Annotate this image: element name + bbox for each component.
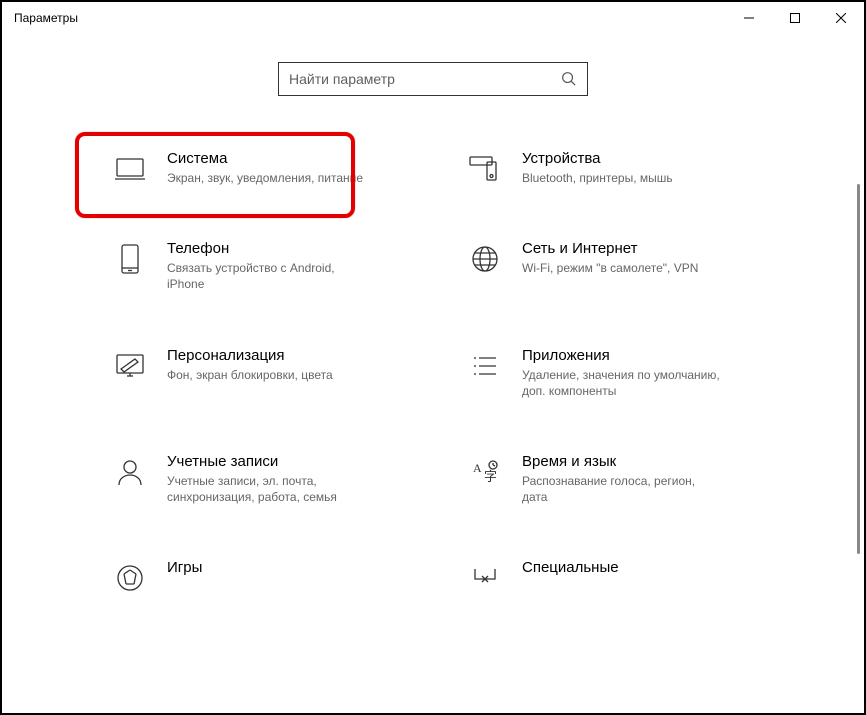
globe-icon [468, 242, 502, 276]
tile-phone[interactable]: Телефон Связать устройство с Android, iP… [113, 240, 428, 292]
close-button[interactable] [818, 2, 864, 34]
tile-gaming[interactable]: Игры [113, 559, 428, 595]
tile-title: Игры [167, 559, 428, 576]
search-icon [561, 71, 577, 87]
ease-of-access-icon [468, 561, 502, 595]
time-language-icon: A字 [468, 455, 502, 489]
system-icon [113, 152, 147, 186]
tile-time-language[interactable]: A字 Время и язык Распознавание голоса, ре… [468, 453, 783, 505]
tile-accounts[interactable]: Учетные записи Учетные записи, эл. почта… [113, 453, 428, 505]
maximize-button[interactable] [772, 2, 818, 34]
tile-title: Система [167, 150, 428, 167]
settings-grid: Система Экран, звук, уведомления, питани… [83, 150, 783, 595]
tile-desc: Удаление, значения по умолчанию, доп. ко… [522, 367, 722, 399]
tile-desc: Связать устройство с Android, iPhone [167, 260, 367, 292]
minimize-button[interactable] [726, 2, 772, 34]
scrollbar[interactable] [857, 184, 860, 554]
tile-network[interactable]: Сеть и Интернет Wi-Fi, режим "в самолете… [468, 240, 783, 292]
window-title: Параметры [14, 11, 726, 25]
tile-system[interactable]: Система Экран, звук, уведомления, питани… [113, 150, 428, 186]
search-input[interactable] [289, 71, 561, 87]
accounts-icon [113, 455, 147, 489]
apps-icon [468, 349, 502, 383]
tile-devices[interactable]: Устройства Bluetooth, принтеры, мышь [468, 150, 783, 186]
tile-title: Устройства [522, 150, 783, 167]
tile-apps[interactable]: Приложения Удаление, значения по умолчан… [468, 347, 783, 399]
tile-title: Сеть и Интернет [522, 240, 783, 257]
tile-title: Приложения [522, 347, 783, 364]
tile-title: Учетные записи [167, 453, 428, 470]
tile-desc: Распознавание голоса, регион, дата [522, 473, 722, 505]
tile-personalization[interactable]: Персонализация Фон, экран блокировки, цв… [113, 347, 428, 399]
tile-title: Телефон [167, 240, 428, 257]
tile-desc: Фон, экран блокировки, цвета [167, 367, 367, 383]
svg-text:A: A [473, 461, 482, 475]
gaming-icon [113, 561, 147, 595]
personalization-icon [113, 349, 147, 383]
tile-desc: Wi-Fi, режим "в самолете", VPN [522, 260, 722, 276]
tile-title: Время и язык [522, 453, 783, 470]
tile-desc: Экран, звук, уведомления, питание [167, 170, 367, 186]
svg-text:字: 字 [484, 469, 497, 484]
tile-ease-of-access[interactable]: Специальные [468, 559, 783, 595]
tile-desc: Bluetooth, принтеры, мышь [522, 170, 722, 186]
tile-title: Специальные [522, 559, 783, 576]
window-controls [726, 2, 864, 34]
search-box[interactable] [278, 62, 588, 96]
titlebar: Параметры [2, 2, 864, 34]
content-area: Система Экран, звук, уведомления, питани… [2, 34, 864, 713]
devices-icon [468, 152, 502, 186]
phone-icon [113, 242, 147, 276]
tile-desc: Учетные записи, эл. почта, синхронизация… [167, 473, 367, 505]
tile-title: Персонализация [167, 347, 428, 364]
